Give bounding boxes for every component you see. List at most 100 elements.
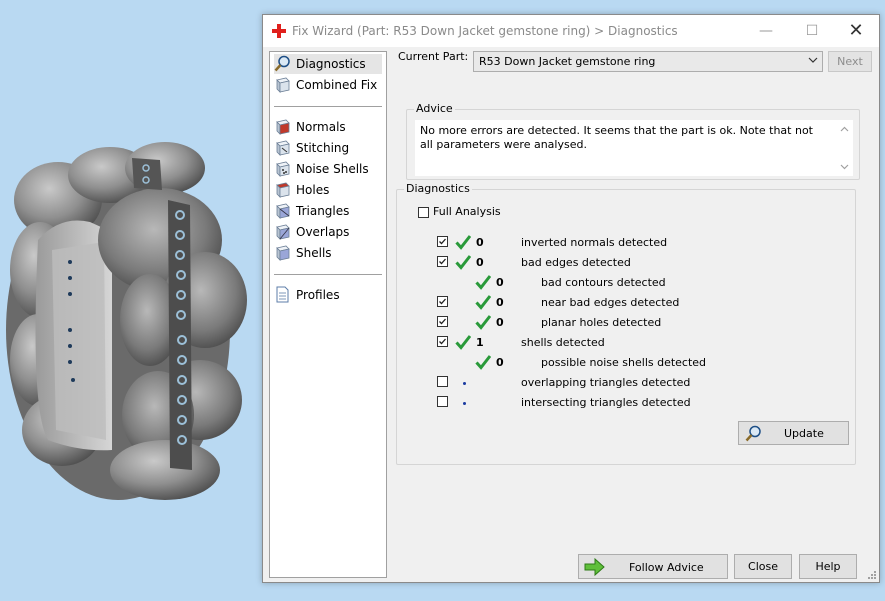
nav-item-combined-fix[interactable]: Combined Fix [274, 75, 382, 95]
cube-holes-icon [276, 182, 290, 198]
update-label: Update [784, 427, 824, 440]
diagnostic-checkbox[interactable] [437, 256, 448, 267]
follow-advice-label: Follow Advice [629, 561, 704, 574]
diagnostic-label: intersecting triangles detected [521, 396, 691, 409]
advice-textbox[interactable]: No more errors are detected. It seems th… [415, 120, 853, 176]
nav-item-label: Holes [296, 183, 330, 197]
checkmark-icon [439, 338, 446, 345]
diagnostic-label: near bad edges detected [541, 296, 680, 309]
close-icon: ✕ [848, 20, 864, 41]
follow-advice-button[interactable]: Follow Advice [578, 554, 728, 579]
current-part-value: R53 Down Jacket gemstone ring [479, 55, 656, 68]
document-icon [276, 286, 289, 303]
nav-item-label: Diagnostics [296, 57, 366, 71]
magnifier-icon [745, 425, 761, 442]
arrow-right-icon [584, 558, 605, 576]
nav-item-noise-shells[interactable]: Noise Shells [274, 159, 382, 179]
nav-item-normals[interactable]: Normals [274, 117, 382, 137]
diagnostic-checkbox[interactable] [437, 236, 448, 247]
checkmark-icon [439, 318, 446, 325]
green-check-icon [455, 255, 471, 270]
scroll-down-icon[interactable] [839, 161, 850, 172]
window-title: Fix Wizard (Part: R53 Down Jacket gemsto… [292, 24, 678, 38]
nav-item-profiles[interactable]: Profiles [274, 285, 382, 305]
green-check-icon [475, 355, 491, 370]
minimize-icon: — [759, 23, 773, 39]
nav-item-label: Profiles [296, 288, 340, 302]
diagnostic-label: shells detected [521, 336, 605, 349]
diagnostic-checkbox[interactable] [437, 376, 448, 387]
checkmark-icon [439, 238, 446, 245]
nav-item-label: Normals [296, 120, 346, 134]
diagnostic-count: 0 [476, 236, 484, 249]
diagnostic-checkbox[interactable] [437, 296, 448, 307]
magnifier-icon [274, 55, 290, 72]
ring-model [6, 142, 247, 500]
cube-noise-icon [276, 161, 290, 177]
diagnostic-checkbox[interactable] [437, 396, 448, 407]
diagnostics-title: Diagnostics [404, 182, 472, 195]
diagnostic-checkbox[interactable] [437, 336, 448, 347]
checkmark-icon [439, 298, 446, 305]
diagnostic-checkbox[interactable] [437, 316, 448, 327]
green-check-icon [475, 275, 491, 290]
current-part-label: Current Part: [398, 50, 469, 63]
current-part-select[interactable]: R53 Down Jacket gemstone ring [473, 51, 823, 72]
full-analysis-label: Full Analysis [433, 205, 501, 218]
advice-scrollbar[interactable] [836, 120, 853, 176]
maximize-button[interactable]: ☐ [789, 15, 835, 47]
fix-wizard-dialog: Fix Wizard (Part: R53 Down Jacket gemsto… [262, 14, 880, 583]
green-check-icon [455, 235, 471, 250]
nav-item-label: Combined Fix [296, 78, 378, 92]
nav-item-label: Noise Shells [296, 162, 369, 176]
cube-overlaps-icon [276, 224, 290, 240]
advice-title: Advice [414, 102, 455, 115]
nav-item-shells[interactable]: Shells [274, 243, 382, 263]
maximize-icon: ☐ [805, 23, 819, 39]
diagnostic-label: inverted normals detected [521, 236, 668, 249]
close-button[interactable]: Close [734, 554, 792, 579]
cube-triangles-icon [276, 203, 290, 219]
help-button[interactable]: Help [799, 554, 857, 579]
wizard-nav: Diagnostics Combined Fix Normals Stitchi… [269, 51, 387, 578]
title-bar[interactable]: Fix Wizard (Part: R53 Down Jacket gemsto… [263, 15, 879, 47]
nav-item-diagnostics[interactable]: Diagnostics [274, 54, 382, 74]
scroll-up-icon[interactable] [839, 124, 850, 135]
nav-item-label: Stitching [296, 141, 350, 155]
diagnostics-group: Diagnostics Full Analysis 0 inverted norma… [396, 182, 856, 465]
resize-grip-icon[interactable] [867, 570, 877, 580]
cube-normals-icon [276, 119, 290, 135]
nav-item-overlaps[interactable]: Overlaps [274, 222, 382, 242]
green-check-icon [475, 315, 491, 330]
diagnostic-label: planar holes detected [541, 316, 662, 329]
minimize-button[interactable]: — [743, 15, 789, 47]
update-button[interactable]: Update [738, 421, 849, 445]
green-check-icon [455, 335, 471, 350]
nav-item-stitching[interactable]: Stitching [274, 138, 382, 158]
checkmark-icon [439, 258, 446, 265]
status-dot-icon [463, 402, 466, 405]
next-button[interactable]: Next [828, 51, 872, 72]
close-window-button[interactable]: ✕ [833, 15, 879, 47]
nav-item-label: Shells [296, 246, 332, 260]
nav-item-label: Triangles [296, 204, 350, 218]
nav-divider [274, 106, 382, 107]
diagnostic-count: 0 [476, 256, 484, 269]
diagnostic-count: 1 [476, 336, 484, 349]
diagnostic-count: 0 [496, 316, 504, 329]
cube-shells-icon [276, 245, 290, 261]
diagnostic-label: bad contours detected [541, 276, 666, 289]
diagnostic-label: overlapping triangles detected [521, 376, 691, 389]
nav-item-triangles[interactable]: Triangles [274, 201, 382, 221]
advice-group: Advice No more errors are detected. It s… [406, 102, 860, 180]
3d-viewport[interactable] [0, 0, 262, 598]
diagnostic-label: bad edges detected [521, 256, 631, 269]
full-analysis-checkbox[interactable] [418, 207, 429, 218]
cube-icon [276, 77, 290, 93]
diagnostic-count: 0 [496, 296, 504, 309]
green-check-icon [475, 295, 491, 310]
nav-item-holes[interactable]: Holes [274, 180, 382, 200]
chevron-down-icon [808, 57, 818, 63]
advice-text: No more errors are detected. It seems th… [420, 124, 813, 151]
app-cross-icon [272, 24, 286, 38]
